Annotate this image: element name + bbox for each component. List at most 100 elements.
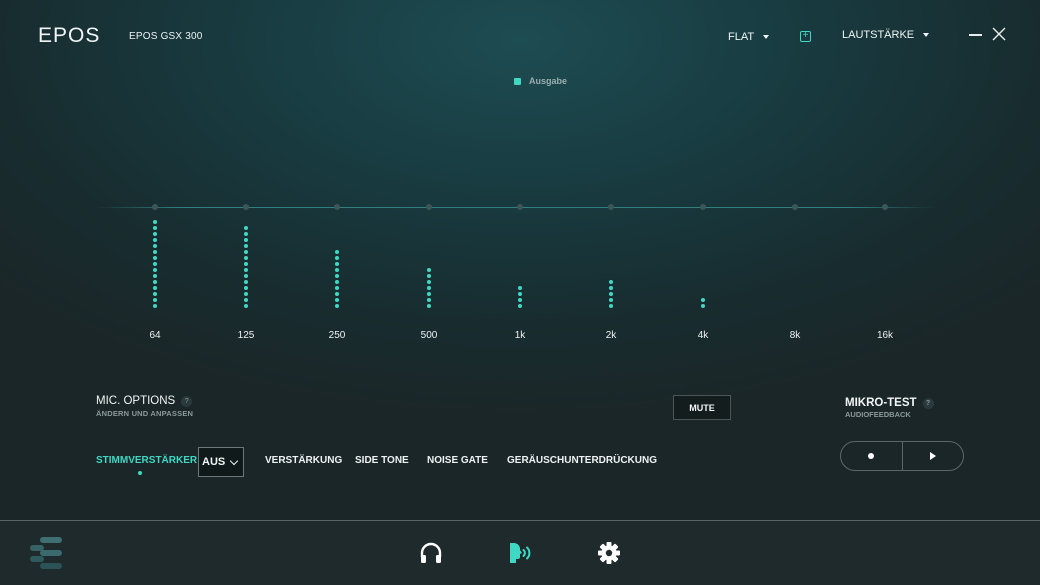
headphones-icon[interactable]	[418, 540, 444, 566]
tab-side-tone[interactable]: SIDE TONE	[355, 455, 409, 466]
eq-level-dot	[153, 286, 157, 290]
eq-level-dot	[153, 268, 157, 272]
eq-level-dot	[427, 274, 431, 278]
eq-band-label: 250	[328, 330, 346, 341]
mic-options-label: MIC. OPTIONS	[96, 395, 176, 407]
eq-band-label: 8k	[789, 330, 801, 341]
menu-icon[interactable]	[30, 537, 64, 569]
record-button[interactable]	[841, 442, 902, 470]
eq-level-dot	[518, 304, 522, 308]
eq-level-dot	[244, 268, 248, 272]
eq-level-dot	[427, 292, 431, 296]
help-icon[interactable]: ?	[181, 395, 193, 407]
mode-value: LAUTSTÄRKE	[842, 29, 915, 41]
eq-level-dot	[153, 274, 157, 278]
play-button[interactable]	[901, 442, 964, 470]
plus-icon: +	[802, 30, 809, 41]
eq-level-dot	[244, 250, 248, 254]
play-icon	[929, 452, 936, 460]
eq-level-dot	[153, 244, 157, 248]
eq-level-dot	[244, 292, 248, 296]
eq-level-dot	[244, 232, 248, 236]
eq-level-dot	[244, 244, 248, 248]
eq-level-dot	[701, 304, 705, 308]
eq-band-label: 64	[149, 330, 161, 341]
mute-button[interactable]: MUTE	[673, 395, 731, 420]
eq-band-handle[interactable]	[700, 204, 706, 210]
mic-test-title: MIKRO-TEST ?	[845, 397, 934, 409]
eq-level-dot	[335, 304, 339, 308]
eq-band-handle[interactable]	[243, 204, 249, 210]
eq-level-dot	[335, 292, 339, 296]
eq-level-dot	[335, 268, 339, 272]
eq-band-label: 125	[237, 330, 255, 341]
add-preset-button[interactable]: +	[800, 31, 811, 42]
chevron-down-icon	[229, 456, 239, 465]
eq-level-dot	[335, 262, 339, 266]
mic-options-title: MIC. OPTIONS ?	[96, 395, 193, 407]
eq-level-dot	[701, 298, 705, 302]
mic-test-controls	[840, 441, 964, 471]
eq-level-dot	[153, 250, 157, 254]
eq-level-dot	[427, 298, 431, 302]
tab-stimmverstaerker[interactable]: STIMMVERSTÄRKER	[96, 455, 197, 466]
eq-level-dot	[153, 280, 157, 284]
help-icon[interactable]: ?	[922, 397, 934, 409]
record-icon	[868, 453, 875, 459]
eq-band-label: 500	[420, 330, 438, 341]
eq-baseline	[95, 207, 935, 208]
eq-band-handle[interactable]	[608, 204, 614, 210]
eq-band-label: 4k	[697, 330, 709, 341]
microphone-voice-icon[interactable]	[507, 540, 533, 566]
tab-verstaerkung[interactable]: VERSTÄRKUNG	[265, 455, 342, 466]
close-icon[interactable]	[991, 26, 1007, 42]
stimmverstaerker-select[interactable]: AUS	[198, 447, 244, 477]
eq-level-dot	[153, 220, 157, 224]
eq-band-handle[interactable]	[152, 204, 158, 210]
eq-level-dot	[609, 286, 613, 290]
eq-level-dot	[518, 298, 522, 302]
eq-band-handle[interactable]	[426, 204, 432, 210]
eq-level-dot	[153, 262, 157, 266]
caret-down-icon	[763, 35, 770, 39]
tab-noise-gate[interactable]: NOISE GATE	[427, 455, 488, 466]
minimize-icon[interactable]	[969, 34, 982, 36]
eq-level-dot	[335, 250, 339, 254]
eq-band-label: 1k	[514, 330, 526, 341]
eq-level-dot	[427, 280, 431, 284]
eq-legend: Ausgabe	[514, 76, 567, 86]
eq-band-handle[interactable]	[792, 204, 798, 210]
eq-band-handle[interactable]	[334, 204, 340, 210]
eq-level-dot	[609, 292, 613, 296]
eq-level-dot	[244, 238, 248, 242]
gear-icon[interactable]	[596, 540, 622, 566]
eq-level-dot	[244, 298, 248, 302]
eq-level-dot	[153, 232, 157, 236]
eq-level-dot	[427, 286, 431, 290]
eq-level-dot	[153, 238, 157, 242]
eq-band-label: 16k	[876, 330, 894, 341]
eq-level-dot	[153, 292, 157, 296]
preset-dropdown[interactable]: FLAT	[728, 31, 770, 43]
select-value: AUS	[202, 456, 226, 468]
eq-level-dot	[335, 280, 339, 284]
mode-dropdown[interactable]: LAUTSTÄRKE	[842, 29, 930, 41]
mic-test-subtitle: AUDIOFEEDBACK	[845, 410, 911, 419]
eq-level-dot	[244, 262, 248, 266]
eq-band-label: 2k	[605, 330, 617, 341]
eq-level-dot	[335, 286, 339, 290]
tab-geraeuschunterdrueckung[interactable]: GERÄUSCHUNTERDRÜCKUNG	[507, 455, 657, 466]
mic-options-subtitle: ÄNDERN UND ANPASSEN	[96, 409, 194, 418]
eq-level-dot	[609, 304, 613, 308]
eq-band-handle[interactable]	[517, 204, 523, 210]
caret-down-icon	[923, 33, 930, 37]
eq-level-dot	[244, 280, 248, 284]
eq-level-dot	[335, 256, 339, 260]
eq-level-dot	[153, 304, 157, 308]
epos-logo: EPOS	[38, 24, 101, 47]
device-name: EPOS GSX 300	[129, 31, 203, 42]
eq-level-dot	[244, 286, 248, 290]
eq-band-handle[interactable]	[882, 204, 888, 210]
eq-level-dot	[335, 298, 339, 302]
eq-level-dot	[335, 274, 339, 278]
